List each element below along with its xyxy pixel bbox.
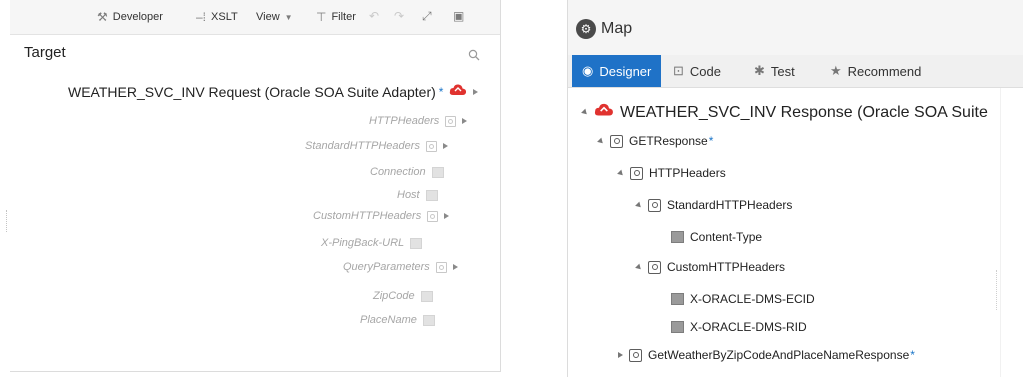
required-star: * <box>438 84 444 99</box>
attribute-icon <box>671 321 684 333</box>
mapper-toolbar: ⚒ Developer –⁞ XSLT View ▼ ⊤ Filter ↶ ↷ <box>10 0 500 35</box>
attribute-icon <box>410 237 423 249</box>
attribute-icon <box>420 290 433 302</box>
chevron-down-icon: ▼ <box>284 12 293 22</box>
element-icon <box>648 198 661 212</box>
map-tabs: ◉ Designer ⊡ Code ✱ Test ★ Recommend <box>568 55 1023 88</box>
expand-arrow-icon[interactable] <box>442 143 448 149</box>
gear-icon: ✱ <box>754 63 765 78</box>
target-root-node[interactable]: WEATHER_SVC_INV Request (Oracle SOA Suit… <box>68 83 479 100</box>
source-root-node[interactable]: WEATHER_SVC_INV Response (Oracle SOA Sui… <box>581 102 988 123</box>
panel-icon: ▣ <box>453 9 465 23</box>
target-panel: ⚒ Developer –⁞ XSLT View ▼ ⊤ Filter ↶ ↷ <box>0 0 515 377</box>
source-node-x-oracle-dms-rid[interactable]: X-ORACLE-DMS-RID <box>671 320 807 334</box>
map-title: Map <box>601 20 633 37</box>
source-node-getresponse[interactable]: GETResponse * <box>597 134 714 148</box>
tab-test[interactable]: ✱ Test <box>754 55 795 87</box>
source-node-content-type[interactable]: Content-Type <box>671 230 762 244</box>
expand-arrow-icon[interactable] <box>473 88 479 95</box>
tab-designer[interactable]: ◉ Designer <box>572 55 662 87</box>
undo-icon: ↶ <box>369 9 380 23</box>
target-frame: ⚒ Developer –⁞ XSLT View ▼ ⊤ Filter ↶ ↷ <box>10 0 501 372</box>
expand-arrow-icon[interactable] <box>452 264 458 270</box>
target-node-x-pingback-url[interactable]: X-PingBack-URL <box>321 237 423 249</box>
collapse-arrow-icon[interactable] <box>617 169 625 177</box>
collapse-arrow-icon[interactable] <box>597 137 605 145</box>
expand-arrow-icon[interactable] <box>618 352 623 358</box>
tab-recommend[interactable]: ★ Recommend <box>830 55 921 87</box>
attribute-icon <box>671 231 684 243</box>
soa-adapter-icon <box>449 83 467 100</box>
maximize-button[interactable]: ⤢ <box>422 9 432 23</box>
source-node-standardhttpheaders[interactable]: StandardHTTPHeaders <box>635 198 792 212</box>
attribute-icon <box>671 293 684 305</box>
source-node-x-oracle-dms-ecid[interactable]: X-ORACLE-DMS-ECID <box>671 292 815 306</box>
target-node-httpheaders[interactable]: HTTPHeaders <box>369 115 468 127</box>
target-node-queryparameters[interactable]: QueryParameters <box>343 261 458 273</box>
target-node-zipcode[interactable]: ZipCode <box>373 290 433 302</box>
element-icon <box>648 260 661 274</box>
code-icon: ⊡ <box>673 63 684 78</box>
filter-icon: ⊤ <box>316 9 327 24</box>
target-heading: Target <box>24 44 66 61</box>
redo-button[interactable]: ↷ <box>394 9 405 23</box>
xslt-icon: –⁞ <box>196 9 207 24</box>
element-icon <box>610 134 623 148</box>
target-node-placename[interactable]: PlaceName <box>360 314 435 326</box>
target-node-standardhttpheaders[interactable]: StandardHTTPHeaders <box>305 140 448 152</box>
source-tree: WEATHER_SVC_INV Response (Oracle SOA Sui… <box>568 88 1023 377</box>
target-node-host[interactable]: Host <box>397 189 438 201</box>
view-menu[interactable]: View ▼ <box>256 11 293 23</box>
attribute-icon <box>422 314 435 326</box>
source-node-customhttpheaders[interactable]: CustomHTTPHeaders <box>635 260 785 274</box>
soa-adapter-icon <box>594 102 614 123</box>
required-star: * <box>910 348 915 362</box>
developer-button[interactable]: ⚒ Developer <box>97 9 163 24</box>
expand-icon: ⤢ <box>422 9 432 23</box>
map-header: ⚙ Map <box>568 0 1023 56</box>
tab-code[interactable]: ⊡ Code <box>673 55 721 87</box>
element-icon <box>435 261 447 273</box>
search-icon[interactable] <box>468 48 480 66</box>
tools-icon: ⚒ <box>97 9 108 24</box>
element-icon <box>425 140 437 152</box>
collapse-arrow-icon[interactable] <box>635 263 643 271</box>
source-node-getweatherbyzipcode[interactable]: GetWeatherByZipCodeAndPlaceNameResponse * <box>618 348 915 362</box>
undo-button[interactable]: ↶ <box>369 9 380 23</box>
attribute-icon <box>431 166 444 178</box>
collapse-arrow-icon[interactable] <box>635 201 643 209</box>
expand-arrow-icon[interactable] <box>462 118 468 124</box>
target-node-customhttpheaders[interactable]: CustomHTTPHeaders <box>313 210 450 222</box>
element-icon <box>445 115 457 127</box>
resize-handle[interactable] <box>6 210 9 232</box>
xslt-button[interactable]: –⁞ XSLT <box>196 9 238 24</box>
target-node-connection[interactable]: Connection <box>370 166 444 178</box>
required-star: * <box>708 134 714 148</box>
designer-icon: ◉ <box>582 63 594 78</box>
filter-button[interactable]: ⊤ Filter <box>316 9 356 24</box>
element-icon <box>427 210 439 222</box>
expand-arrow-icon[interactable] <box>444 213 450 219</box>
star-icon: ★ <box>830 63 842 78</box>
element-icon <box>629 348 642 362</box>
element-icon <box>630 166 643 180</box>
map-logo-icon: ⚙ <box>576 19 596 39</box>
redo-icon: ↷ <box>394 9 405 23</box>
panel-toggle-button[interactable]: ▣ <box>453 9 465 23</box>
map-panel: ⚙ Map ◉ Designer ⊡ Code ✱ Test ★ Recomme… <box>567 0 1023 377</box>
collapse-arrow-icon[interactable] <box>581 108 589 117</box>
attribute-icon <box>425 189 438 201</box>
source-node-httpheaders[interactable]: HTTPHeaders <box>617 166 726 180</box>
